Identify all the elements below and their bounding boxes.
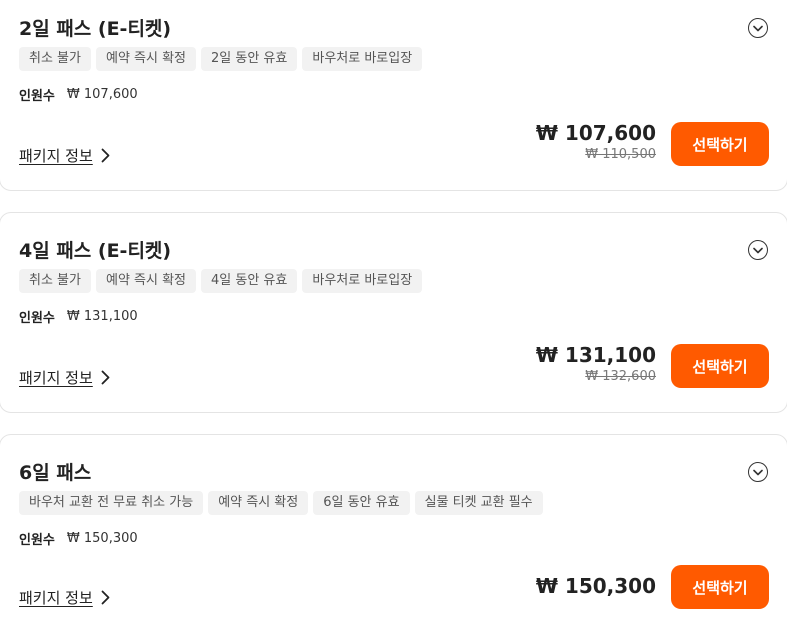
package-title: 4일 패스 (E-티켓) xyxy=(19,240,172,262)
people-price: ₩ 107,600 xyxy=(66,87,138,102)
package-card: 6일 패스 바우처 교환 전 무료 취소 가능 예약 즉시 확정 6일 동안 유… xyxy=(0,434,787,622)
chevron-right-icon xyxy=(101,590,110,605)
package-info-label: 패키지 정보 xyxy=(19,369,93,387)
original-price: ₩ 110,500 xyxy=(585,147,656,162)
select-button[interactable]: 선택하기 xyxy=(671,344,769,388)
sale-price: ₩ 107,600 xyxy=(535,121,656,145)
tag: 취소 불가 xyxy=(19,47,91,71)
people-row: 인원수 ₩ 131,100 xyxy=(19,307,138,326)
package-list: 2일 패스 (E-티켓) 취소 불가 예약 즉시 확정 2일 동안 유효 바우처… xyxy=(0,0,787,622)
price-box: ₩ 107,600 ₩ 110,500 xyxy=(536,121,656,162)
sale-price: ₩ 150,300 xyxy=(535,574,656,598)
original-price: ₩ 132,600 xyxy=(585,369,656,384)
package-title: 2일 패스 (E-티켓) xyxy=(19,18,172,40)
tag: 예약 즉시 확정 xyxy=(208,491,309,515)
people-row: 인원수 ₩ 107,600 xyxy=(19,85,138,104)
package-info-label: 패키지 정보 xyxy=(19,589,93,607)
tag: 바우처로 바로입장 xyxy=(302,47,423,71)
package-card: 2일 패스 (E-티켓) 취소 불가 예약 즉시 확정 2일 동안 유효 바우처… xyxy=(0,0,787,191)
package-info-link[interactable]: 패키지 정보 xyxy=(19,587,110,608)
people-label: 인원수 xyxy=(19,533,55,548)
tag: 2일 동안 유효 xyxy=(201,47,298,71)
chevron-right-icon xyxy=(101,370,110,385)
tag: 6일 동안 유효 xyxy=(313,491,410,515)
tag: 실물 티켓 교환 필수 xyxy=(414,491,543,515)
chevron-right-icon xyxy=(101,148,110,163)
sale-price: ₩ 131,100 xyxy=(535,343,656,367)
people-price: ₩ 150,300 xyxy=(66,531,138,546)
people-row: 인원수 ₩ 150,300 xyxy=(19,529,138,548)
tag: 예약 즉시 확정 xyxy=(95,47,197,71)
chevron-down-icon[interactable] xyxy=(748,462,768,482)
tag: 바우처 교환 전 무료 취소 가능 xyxy=(19,491,204,515)
people-label: 인원수 xyxy=(19,311,55,326)
tag-list: 바우처 교환 전 무료 취소 가능 예약 즉시 확정 6일 동안 유효 실물 티… xyxy=(19,491,543,515)
tag-list: 취소 불가 예약 즉시 확정 2일 동안 유효 바우처로 바로입장 xyxy=(19,47,423,71)
price-box: ₩ 150,300 xyxy=(536,574,656,598)
package-info-link[interactable]: 패키지 정보 xyxy=(19,145,110,166)
tag: 취소 불가 xyxy=(19,269,91,293)
package-info-label: 패키지 정보 xyxy=(19,147,93,165)
package-title: 6일 패스 xyxy=(19,462,92,484)
tag: 예약 즉시 확정 xyxy=(95,269,197,293)
package-info-link[interactable]: 패키지 정보 xyxy=(19,367,110,388)
package-card: 4일 패스 (E-티켓) 취소 불가 예약 즉시 확정 4일 동안 유효 바우처… xyxy=(0,212,787,413)
select-button[interactable]: 선택하기 xyxy=(671,565,769,609)
chevron-down-icon[interactable] xyxy=(748,240,768,260)
people-price: ₩ 131,100 xyxy=(66,309,138,324)
chevron-down-icon[interactable] xyxy=(748,18,768,38)
tag: 바우처로 바로입장 xyxy=(302,269,423,293)
tag-list: 취소 불가 예약 즉시 확정 4일 동안 유효 바우처로 바로입장 xyxy=(19,269,423,293)
tag: 4일 동안 유효 xyxy=(201,269,298,293)
people-label: 인원수 xyxy=(19,89,55,104)
select-button[interactable]: 선택하기 xyxy=(671,122,769,166)
price-box: ₩ 131,100 ₩ 132,600 xyxy=(536,343,656,384)
